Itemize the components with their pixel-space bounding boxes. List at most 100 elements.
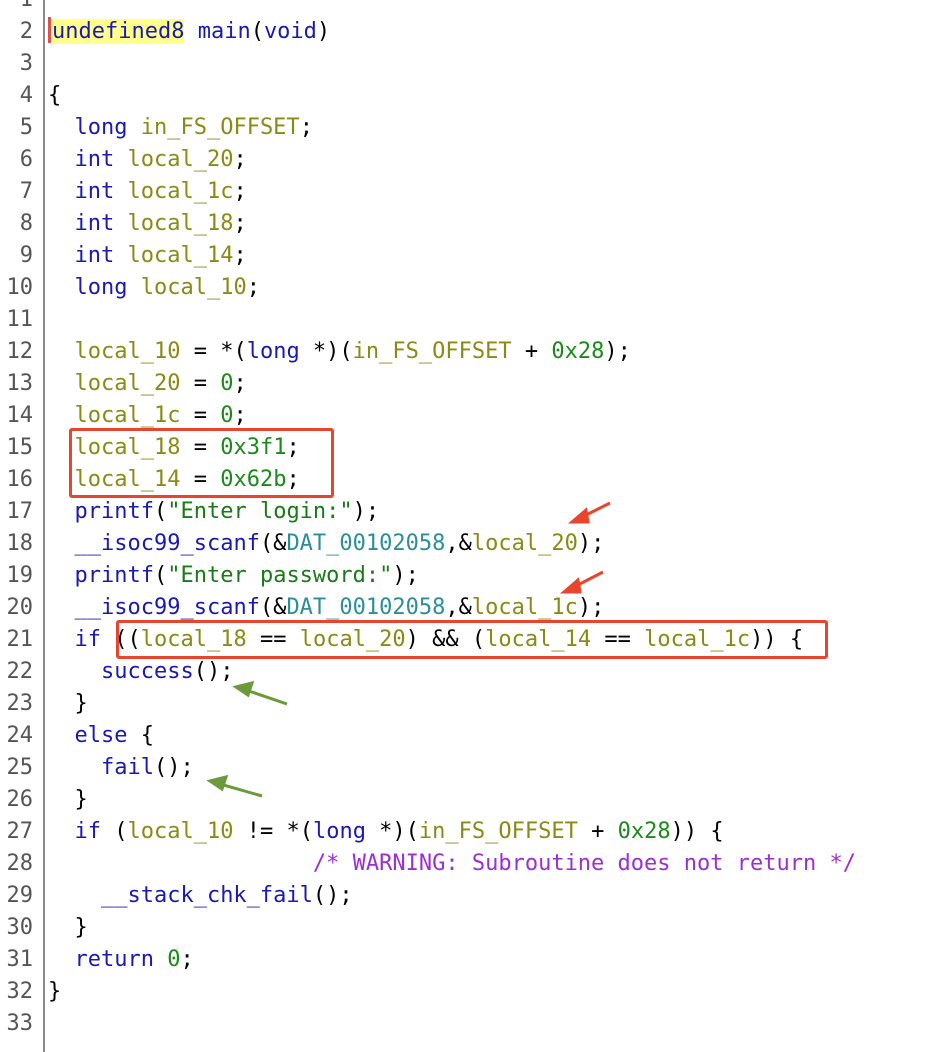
code-token: ,& bbox=[445, 595, 472, 620]
line-number: 28 bbox=[6, 851, 34, 876]
code-line[interactable]: 18 __isoc99_scanf(&DAT_00102058,&local_2… bbox=[0, 528, 940, 560]
code-line[interactable]: 1 bbox=[0, 0, 940, 16]
code-token: local_18 bbox=[127, 211, 234, 236]
code-text: local_10 = *(long *)(in_FS_OFFSET + 0x28… bbox=[48, 336, 631, 368]
code-line[interactable]: 19 printf("Enter password:"); bbox=[0, 560, 940, 592]
code-token: ( bbox=[250, 19, 264, 44]
code-text: undefined8 main(void) bbox=[48, 16, 330, 48]
code-text: } bbox=[48, 784, 87, 816]
code-token: local_1c bbox=[471, 595, 578, 620]
code-token: ; bbox=[299, 115, 313, 140]
code-line[interactable]: 3 bbox=[0, 48, 940, 80]
code-line[interactable]: 7 int local_1c; bbox=[0, 176, 940, 208]
code-line[interactable]: 4{ bbox=[0, 80, 940, 112]
code-line[interactable]: 22 success(); bbox=[0, 656, 940, 688]
code-text: long local_10; bbox=[48, 272, 260, 304]
code-token: local_10 bbox=[127, 819, 234, 844]
line-number: 23 bbox=[6, 691, 34, 716]
code-token: int bbox=[74, 211, 115, 236]
code-token: { bbox=[48, 83, 62, 108]
code-token: ; bbox=[180, 947, 194, 972]
code-line[interactable]: 25 fail(); bbox=[0, 752, 940, 784]
code-token: local_1c bbox=[74, 403, 181, 428]
code-token: main bbox=[197, 19, 251, 44]
code-token: *)( bbox=[299, 339, 353, 364]
code-token: if bbox=[74, 627, 102, 652]
code-line[interactable]: 11 bbox=[0, 304, 940, 336]
code-token: } bbox=[48, 691, 88, 716]
code-line[interactable]: 6 int local_20; bbox=[0, 144, 940, 176]
code-line[interactable]: 27 if (local_10 != *(long *)(in_FS_OFFSE… bbox=[0, 816, 940, 848]
line-number: 24 bbox=[6, 723, 34, 748]
code-token: local_10 bbox=[140, 275, 247, 300]
code-line[interactable]: 24 else { bbox=[0, 720, 940, 752]
code-line[interactable]: 23 } bbox=[0, 688, 940, 720]
code-line[interactable]: 29 __stack_chk_fail(); bbox=[0, 880, 940, 912]
code-line[interactable]: 26 } bbox=[0, 784, 940, 816]
code-token: /* WARNING: Subroutine does not return *… bbox=[312, 851, 856, 876]
code-line[interactable]: 17 printf("Enter login:"); bbox=[0, 496, 940, 528]
code-line[interactable]: 8 int local_18; bbox=[0, 208, 940, 240]
code-line[interactable]: 33 bbox=[0, 1008, 940, 1040]
code-token: ; bbox=[233, 211, 247, 236]
code-line[interactable]: 10 long local_10; bbox=[0, 272, 940, 304]
code-token: local_20 bbox=[74, 371, 181, 396]
constants-highlight-box bbox=[69, 428, 334, 498]
code-token: in_FS_OFFSET bbox=[352, 339, 512, 364]
line-number: 29 bbox=[6, 883, 34, 908]
code-token: long bbox=[74, 115, 128, 140]
code-line[interactable]: 12 local_10 = *(long *)(in_FS_OFFSET + 0… bbox=[0, 336, 940, 368]
code-line[interactable]: 28 /* WARNING: Subroutine does not retur… bbox=[0, 848, 940, 880]
code-text: return 0; bbox=[48, 944, 194, 976]
code-token: printf bbox=[74, 563, 154, 588]
code-text: { bbox=[48, 80, 61, 112]
code-token: int bbox=[74, 179, 115, 204]
code-token: ); bbox=[352, 499, 380, 524]
line-number: 18 bbox=[6, 531, 34, 556]
code-token: fail bbox=[100, 755, 154, 780]
code-token: in_FS_OFFSET bbox=[140, 115, 300, 140]
code-line[interactable]: 13 local_20 = 0; bbox=[0, 368, 940, 400]
code-token: "Enter login:" bbox=[167, 499, 353, 524]
code-token: = *( bbox=[180, 339, 247, 364]
code-token: ; bbox=[233, 371, 247, 396]
code-token: ; bbox=[233, 243, 247, 268]
decompiler-code-view[interactable]: 1 2 undefined8 main(void)34{5 long in_FS_O… bbox=[0, 0, 940, 1052]
code-text: printf("Enter login:"); bbox=[48, 496, 380, 528]
code-token: 0 bbox=[220, 371, 234, 396]
code-token: ( bbox=[153, 563, 168, 588]
code-line[interactable]: 32} bbox=[0, 976, 940, 1008]
code-token: ); bbox=[604, 339, 631, 364]
code-token: long bbox=[312, 819, 366, 844]
line-number: 16 bbox=[6, 467, 34, 492]
code-line[interactable]: 31 return 0; bbox=[0, 944, 940, 976]
line-number: 9 bbox=[19, 243, 33, 268]
code-token: printf bbox=[74, 499, 154, 524]
code-text: __stack_chk_fail(); bbox=[48, 880, 353, 912]
code-token: void bbox=[263, 19, 317, 44]
code-token: = bbox=[180, 371, 221, 396]
line-number: 2 bbox=[19, 19, 33, 44]
code-line[interactable]: 9 int local_14; bbox=[0, 240, 940, 272]
code-line[interactable]: 2 undefined8 main(void) bbox=[0, 16, 940, 48]
code-text: int local_14; bbox=[48, 240, 247, 272]
code-line[interactable]: 30 } bbox=[0, 912, 940, 944]
code-text: local_20 = 0; bbox=[48, 368, 247, 400]
code-line[interactable]: 5 long in_FS_OFFSET; bbox=[0, 112, 940, 144]
line-number: 30 bbox=[6, 915, 34, 940]
line-number: 6 bbox=[19, 147, 33, 172]
